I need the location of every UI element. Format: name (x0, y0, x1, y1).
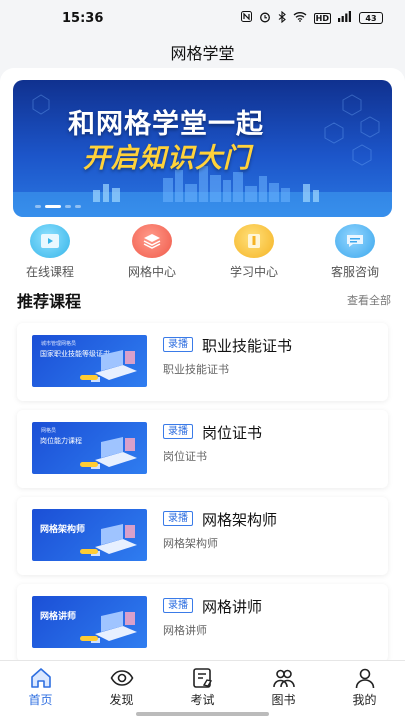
course-subtitle: 岗位证书 (163, 450, 207, 463)
tab-label: 考试 (190, 693, 215, 707)
alarm-icon (259, 11, 271, 26)
recommend-section-header: 推荐课程 查看全部 (17, 289, 391, 311)
course-card[interactable]: 城市管理网格员 国家职业技能等级证书 录播 职业技能证书 职业技能证书 (17, 323, 388, 401)
bluetooth-icon (278, 10, 286, 26)
pagination-dot (75, 205, 81, 208)
tab-label: 图书 (271, 693, 296, 707)
tab-home[interactable]: 首页 (0, 661, 81, 709)
course-card[interactable]: 网格讲师 录播 网格讲师 网格讲师 (17, 584, 388, 660)
course-subtitle: 网格讲师 (163, 624, 207, 637)
quick-nav-label: 客服咨询 (330, 265, 379, 279)
course-thumbnail: 网格员 岗位能力课程 (32, 422, 147, 474)
course-thumbnail: 网格架构师 (32, 509, 147, 561)
course-title: 网格讲师 (202, 598, 263, 616)
page-title: 网格学堂 (170, 44, 235, 63)
tab-books[interactable]: 图书 (243, 661, 324, 709)
bottom-tab-bar: 首页 发现 考试 图书 我的 (0, 660, 405, 720)
pagination-dot-active (45, 205, 61, 208)
quick-nav-label: 在线课程 (25, 265, 74, 279)
signal-icon (338, 11, 352, 25)
layers-icon (132, 224, 172, 258)
battery-indicator: 43 (359, 12, 383, 24)
tab-exam[interactable]: 考试 (162, 661, 243, 709)
course-type-badge: 录播 (163, 511, 193, 526)
pagination-dot (65, 205, 71, 208)
status-icons: HD 43 (240, 10, 383, 26)
course-thumbnail: 城市管理网格员 国家职业技能等级证书 (32, 335, 147, 387)
course-title: 网格架构师 (202, 511, 278, 529)
tab-profile[interactable]: 我的 (324, 661, 405, 709)
thumb-title: 岗位能力课程 (40, 437, 82, 445)
course-title: 岗位证书 (202, 424, 263, 442)
status-time: 15:36 (62, 10, 104, 26)
quick-nav-grid-center[interactable]: 网格中心 (112, 224, 192, 280)
chat-bubble-icon (335, 224, 375, 258)
pagination-dot (35, 205, 41, 208)
thumb-title: 网格架构师 (40, 525, 86, 535)
view-all-link[interactable]: 查看全部 (347, 292, 391, 308)
quick-nav: 在线课程 网格中心 学习中心 客服咨询 (0, 224, 405, 282)
exam-icon (190, 667, 216, 689)
promo-banner[interactable]: 和网格学堂一起 开启知识大门 (13, 80, 392, 217)
thumb-button (80, 375, 98, 380)
book-icon (234, 224, 274, 258)
people-icon (271, 667, 297, 689)
quick-nav-study-center[interactable]: 学习中心 (214, 224, 294, 280)
course-subtitle: 网格架构师 (163, 537, 218, 550)
course-card[interactable]: 网格员 岗位能力课程 录播 岗位证书 岗位证书 (17, 410, 388, 488)
thumb-title: 网格讲师 (40, 612, 77, 622)
course-card[interactable]: 网格架构师 录播 网格架构师 网格架构师 (17, 497, 388, 575)
tab-label: 发现 (109, 693, 134, 707)
course-type-badge: 录播 (163, 598, 193, 613)
app-header: 网格学堂 (0, 36, 405, 68)
course-type-badge: 录播 (163, 337, 193, 352)
tab-discover[interactable]: 发现 (81, 661, 162, 709)
thumb-button (80, 636, 98, 641)
thumb-caption: 网格员 (41, 428, 57, 434)
home-icon (28, 667, 54, 689)
thumb-button (80, 462, 98, 467)
tab-label: 我的 (352, 693, 377, 707)
eye-icon (109, 667, 135, 689)
thumb-button (80, 549, 98, 554)
network-label: HD (313, 12, 331, 24)
quick-nav-label: 学习中心 (229, 265, 278, 279)
quick-nav-customer-service[interactable]: 客服咨询 (315, 224, 395, 280)
wifi-icon (293, 11, 307, 25)
quick-nav-online-courses[interactable]: 在线课程 (10, 224, 90, 280)
course-title: 职业技能证书 (202, 337, 293, 355)
main-content: 和网格学堂一起 开启知识大门 在线课程 网格中心 学习中心 客服咨询 推荐课程 … (0, 68, 405, 660)
quick-nav-label: 网格中心 (127, 265, 176, 279)
banner-subheadline: 开启知识大门 (83, 143, 251, 174)
section-title: 推荐课程 (17, 292, 82, 311)
status-bar: 15:36 HD 43 (0, 0, 405, 36)
course-thumbnail: 网格讲师 (32, 596, 147, 648)
course-type-badge: 录播 (163, 424, 193, 439)
thumb-caption: 城市管理网格员 (41, 341, 77, 347)
course-subtitle: 职业技能证书 (163, 363, 229, 376)
banner-pagination (35, 205, 81, 208)
nfc-icon (240, 11, 252, 25)
profile-icon (352, 667, 378, 689)
gesture-bar (136, 712, 269, 716)
play-video-icon (30, 224, 70, 258)
tab-label: 首页 (28, 693, 53, 707)
